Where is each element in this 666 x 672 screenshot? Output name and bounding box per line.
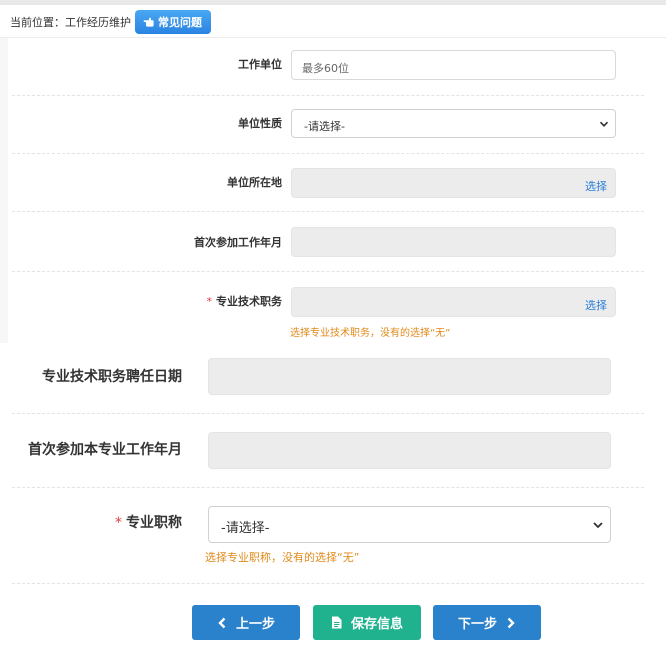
previous-step-button[interactable]: 上一步 [192,605,300,640]
first-work-date-row: 首次参加工作年月 [12,212,644,272]
prof-title-label: * 专业职称 [115,512,182,532]
first-prof-work-date-row: 首次参加本专业工作年月 [12,414,644,488]
chevron-right-icon [507,617,515,628]
tech-position-label-text: 专业技术职务 [216,295,282,308]
faq-button-label: 常见问题 [158,16,202,29]
prof-title-label-text: 专业职称 [126,515,182,531]
unit-location-row: 单位所在地 选择 [12,154,644,212]
chevron-down-icon [599,121,609,127]
next-step-button[interactable]: 下一步 [433,605,541,640]
first-prof-work-date-label: 首次参加本专业工作年月 [28,442,182,458]
tech-position-row: * 专业技术职务 选择 选择专业技术职务，没有的选择“无” [12,272,644,343]
required-marker: * [206,295,213,308]
tech-position-choose-link[interactable]: 选择 [585,297,607,313]
prof-title-row: * 专业职称 -请选择- 选择专业职称，没有的选择“无” [12,488,644,584]
chevron-down-icon [593,522,603,529]
tech-position-field[interactable]: 选择 [291,287,616,317]
first-prof-work-date-field[interactable] [208,432,611,469]
required-marker: * [115,515,122,531]
save-info-label: 保存信息 [350,617,403,632]
left-gutter [0,38,8,343]
unit-type-value: -请选择- [304,120,345,133]
first-work-date-field[interactable] [291,227,616,257]
save-info-button[interactable]: 保存信息 [313,605,421,640]
unit-location-choose-link[interactable]: 选择 [585,178,607,194]
tech-appoint-date-row: 专业技术职务聘任日期 [12,343,644,414]
document-icon [331,616,342,629]
unit-location-label: 单位所在地 [227,176,282,189]
employer-input[interactable]: 最多60位 [291,50,616,80]
prof-title-value: -请选择- [221,521,270,536]
page-header: 当前位置：工作经历维护 常见问题 [0,5,666,38]
unit-type-row: 单位性质 -请选择- [12,96,644,154]
previous-step-label: 上一步 [235,617,275,632]
employer-placeholder: 最多60位 [302,62,349,75]
unit-location-field[interactable]: 选择 [291,168,616,198]
next-step-label: 下一步 [457,617,497,632]
chevron-left-icon [218,617,226,628]
prof-title-select[interactable]: -请选择- [208,506,611,543]
unit-type-select[interactable]: -请选择- [291,109,616,138]
prof-title-hint: 选择专业职称，没有的选择“无” [205,551,360,564]
unit-type-label: 单位性质 [238,117,282,130]
tech-position-label: * 专业技术职务 [207,293,283,309]
employer-label: 工作单位 [238,58,282,71]
faq-button[interactable]: 常见问题 [135,10,211,34]
tech-appoint-date-label: 专业技术职务聘任日期 [42,369,182,385]
first-work-date-label: 首次参加工作年月 [194,236,282,249]
tech-appoint-date-field[interactable] [208,358,611,395]
breadcrumb: 当前位置：工作经历维护 [10,16,131,29]
employer-row: 工作单位 最多60位 [12,38,644,96]
hand-pointer-icon [143,16,155,28]
tech-position-hint: 选择专业技术职务，没有的选择“无” [290,328,451,339]
